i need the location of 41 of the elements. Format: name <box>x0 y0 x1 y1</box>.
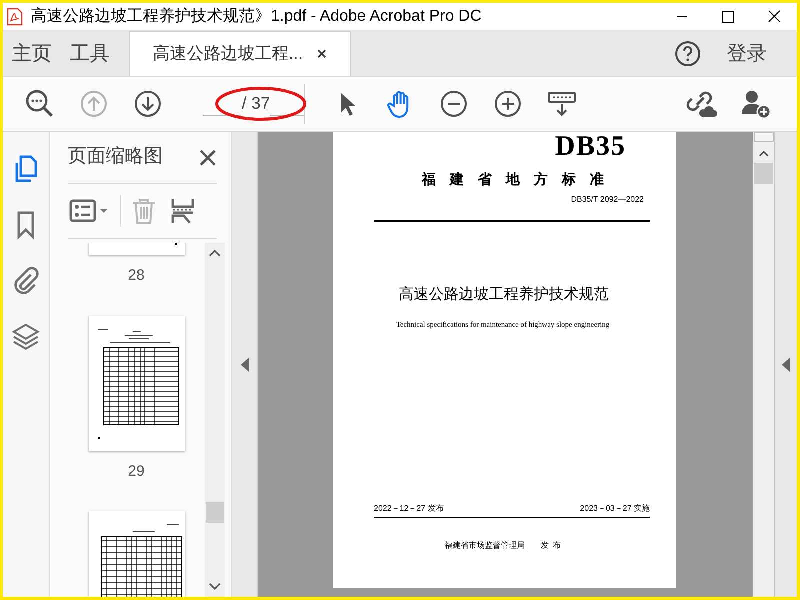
zoom-out-icon[interactable] <box>440 90 468 118</box>
layers-icon[interactable] <box>11 322 41 352</box>
effective-date: 2023－03－27 实施 <box>580 502 650 514</box>
add-user-icon[interactable] <box>740 88 772 120</box>
collapse-arrow-icon[interactable] <box>782 358 790 372</box>
issue-date: 2022－12－27 发布 <box>374 502 444 514</box>
tab[interactable]: 主页 <box>3 31 61 76</box>
issuer-name: 福建省市场监督管理局 <box>444 540 525 552</box>
help-icon[interactable] <box>675 40 701 66</box>
chevron-down-icon[interactable] <box>209 583 221 591</box>
keyboard-icon[interactable] <box>547 89 578 119</box>
scrollbar-thumb[interactable] <box>206 502 224 523</box>
scrollbar-thumb[interactable] <box>754 163 773 184</box>
close-icon[interactable] <box>199 148 217 166</box>
chevron-up-icon[interactable] <box>209 249 221 257</box>
panel-title: 页面缩略图 <box>68 145 163 170</box>
standard-logo: DB35 <box>555 132 626 162</box>
search-icon[interactable] <box>25 89 55 119</box>
insert-page-icon[interactable] <box>171 197 195 225</box>
close-icon[interactable] <box>317 49 328 59</box>
page-thumbnail[interactable] <box>88 243 184 255</box>
collapse-arrow-icon[interactable] <box>240 358 248 372</box>
scrollbar[interactable] <box>205 243 225 597</box>
document-authority: 福 建 省 地 方 标 准 <box>420 170 605 188</box>
page-count: / 37 <box>242 93 270 116</box>
page-number-label: 29 <box>128 462 145 482</box>
tab[interactable]: 高速公路边坡工程... <box>129 31 351 76</box>
chevron-up-icon[interactable] <box>758 150 768 157</box>
document-title: 高速公路边坡工程养护技术规范 <box>398 285 610 305</box>
page-thumbnail[interactable] <box>88 316 184 450</box>
tab[interactable]: 工具 <box>61 31 119 76</box>
standard-code: DB35/T 2092—2022 <box>570 194 645 206</box>
zoom-in-icon[interactable] <box>494 90 522 118</box>
page-number-label: 28 <box>128 266 145 286</box>
sign-in-link[interactable]: 登录 <box>727 38 767 68</box>
window-title: 高速公路边坡工程养护技术规范》1.pdf - Adobe Acrobat Pro DC <box>31 6 482 26</box>
issuer-action: 发 布 <box>540 540 562 552</box>
pdf-icon <box>7 8 23 26</box>
page-thumbnail[interactable] <box>88 511 184 597</box>
scrollbar-button[interactable] <box>754 132 774 142</box>
scrollbar[interactable] <box>753 132 775 597</box>
